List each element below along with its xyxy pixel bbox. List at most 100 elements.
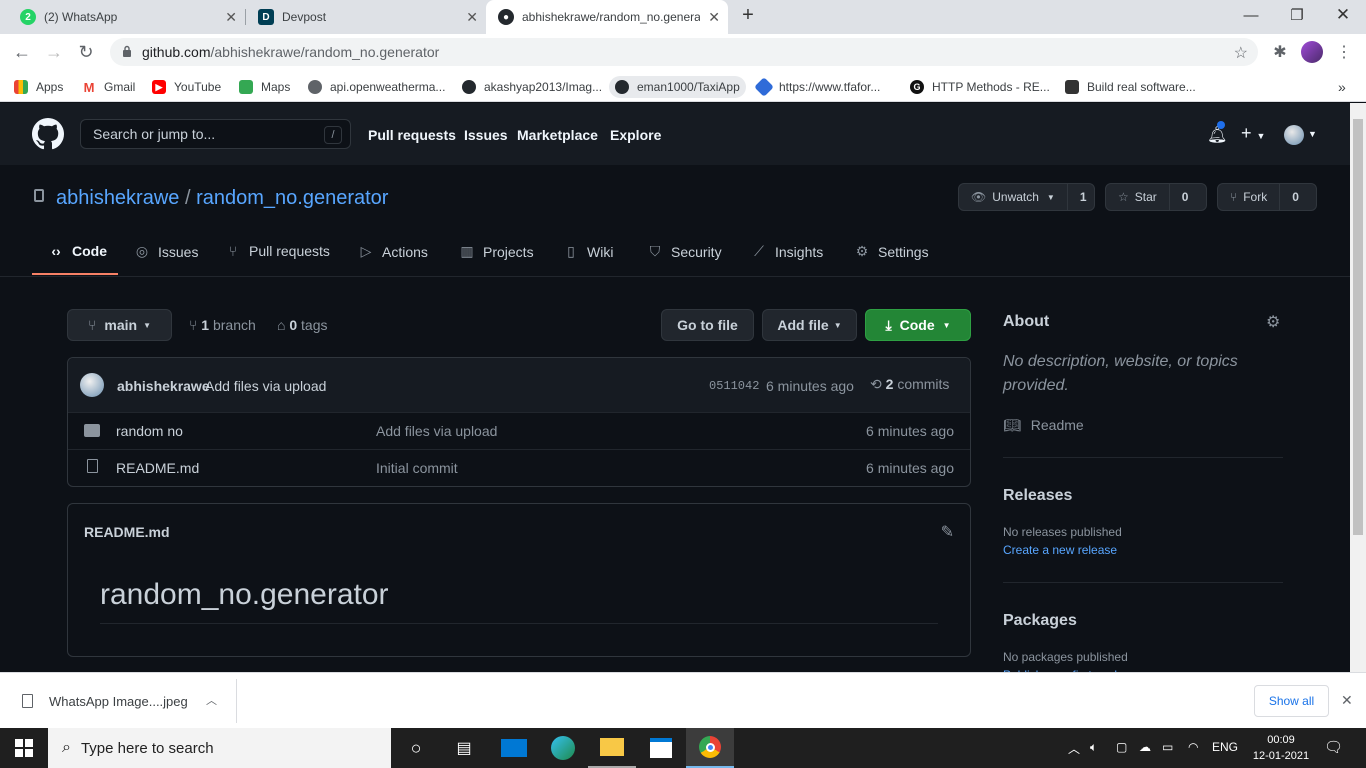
chevron-down-icon[interactable]: ▼ — [1308, 129, 1317, 139]
bookmark-taxiapp[interactable]: eman1000/TaxiApp — [609, 76, 746, 98]
commit-sha[interactable]: 0511042 — [709, 379, 759, 393]
notification-bell-icon[interactable]: 🔔︎ — [1207, 121, 1227, 145]
go-to-file-button[interactable]: Go to file — [661, 309, 754, 341]
task-view-icon[interactable]: ▤ — [440, 728, 488, 768]
bookmark-tfafor[interactable]: https://www.tfafor... — [754, 76, 880, 98]
tab-actions[interactable]: ▷ Actions — [358, 243, 428, 260]
tab-issues[interactable]: ◎ Issues — [134, 243, 199, 260]
nav-marketplace[interactable]: Marketplace — [517, 127, 598, 143]
bookmark-akashyap[interactable]: akashyap2013/Imag... — [462, 76, 602, 98]
gear-icon[interactable]: ⚙ — [1266, 312, 1280, 332]
close-window-button[interactable]: ✕ — [1320, 0, 1366, 30]
tab-projects[interactable]: ▥ Projects — [459, 243, 533, 260]
tab-devpost[interactable]: D Devpost ✕ — [246, 0, 486, 34]
file-explorer-icon[interactable] — [588, 728, 636, 768]
readme-link[interactable]: 📖︎ Readme — [1003, 417, 1084, 434]
nav-pull-requests[interactable]: Pull requests — [368, 127, 456, 143]
close-icon[interactable]: ✕ — [225, 9, 237, 26]
wifi-icon[interactable]: ◠ — [1188, 740, 1198, 754]
scrollbar[interactable] — [1350, 103, 1366, 672]
add-file-button[interactable]: Add file ▼ — [762, 309, 857, 341]
reload-button[interactable]: ↻ — [74, 40, 98, 64]
more-bookmarks-icon[interactable]: » — [1338, 76, 1346, 98]
cortana-icon[interactable]: ○ — [392, 728, 440, 768]
star-count[interactable]: 0 — [1168, 184, 1201, 210]
code-download-button[interactable]: ⤓ Code ▼ — [865, 309, 971, 341]
forward-button[interactable]: → — [42, 40, 66, 64]
branch-selector[interactable]: ⑂ main ▼ — [67, 309, 172, 341]
github-logo-icon[interactable] — [32, 118, 64, 150]
volume-icon[interactable]: 🔈︎ — [1090, 740, 1097, 755]
tab-github-repo[interactable]: ● abhishekrawe/random_no.generator ✕ — [486, 0, 728, 34]
restore-button[interactable]: ❐ — [1274, 0, 1320, 30]
close-icon[interactable]: ✕ — [466, 9, 478, 26]
file-commit-message[interactable]: Initial commit — [376, 460, 458, 476]
language-indicator[interactable]: ENG — [1212, 740, 1238, 754]
taskbar-search-input[interactable]: ⌕ Type here to search — [48, 728, 391, 768]
profile-avatar[interactable] — [1300, 40, 1324, 64]
close-icon[interactable]: ✕ — [1341, 692, 1353, 709]
repo-name-link[interactable]: random_no.generator — [196, 187, 388, 209]
commit-author[interactable]: abhishekrawe — [117, 378, 210, 394]
nav-explore[interactable]: Explore — [610, 127, 661, 143]
bookmark-openweather[interactable]: api.openweatherma... — [308, 76, 445, 98]
tab-pull-requests[interactable]: ⑂ Pull requests — [225, 243, 330, 259]
table-row[interactable]: README.md Initial commit 6 minutes ago — [68, 449, 970, 486]
new-tab-button[interactable]: + — [731, 0, 765, 30]
back-button[interactable]: ← — [10, 40, 34, 64]
address-bar[interactable]: github.com/abhishekrawe/random_no.genera… — [110, 38, 1258, 66]
tab-insights[interactable]: ⟋ Insights — [751, 243, 823, 260]
fork-button[interactable]: ⑂ Fork 0 — [1217, 183, 1317, 211]
bookmark-star-icon[interactable]: ☆ — [1234, 43, 1248, 63]
notification-center-icon[interactable]: 🗨︎ — [1324, 738, 1343, 756]
extensions-icon[interactable]: ✱ — [1268, 40, 1292, 64]
close-icon[interactable]: ✕ — [708, 9, 720, 26]
avatar[interactable] — [80, 373, 104, 397]
bookmark-youtube[interactable]: ▶ YouTube — [152, 76, 221, 98]
bookmark-build[interactable]: Build real software... — [1065, 76, 1196, 98]
edge-icon[interactable] — [539, 728, 587, 768]
search-input[interactable]: Search or jump to... / — [80, 119, 351, 149]
nav-issues[interactable]: Issues — [464, 127, 508, 143]
file-commit-message[interactable]: Add files via upload — [376, 423, 497, 439]
commits-link[interactable]: ⟲ 2 commits — [870, 376, 949, 393]
onedrive-icon[interactable]: ☁ — [1139, 740, 1151, 754]
scrollbar-thumb[interactable] — [1353, 119, 1363, 535]
pencil-icon[interactable]: ✎ — [941, 522, 954, 542]
bookmark-apps[interactable]: Apps — [14, 76, 63, 98]
tab-whatsapp[interactable]: 2 (2) WhatsApp ✕ — [8, 0, 245, 34]
bookmark-maps[interactable]: Maps — [239, 76, 290, 98]
chevron-up-icon[interactable]: ︿ — [1068, 740, 1080, 757]
fork-count[interactable]: 0 — [1279, 184, 1311, 210]
tab-security[interactable]: ⛉ Security — [647, 243, 722, 260]
table-row[interactable]: random no Add files via upload 6 minutes… — [68, 412, 970, 449]
tab-code[interactable]: ‹› Code — [48, 243, 107, 259]
store-icon[interactable] — [637, 728, 685, 768]
tab-settings[interactable]: ⚙ Settings — [854, 243, 929, 260]
create-new-dropdown[interactable]: + ▼ — [1241, 123, 1265, 144]
tab-wiki[interactable]: ▯ Wiki — [563, 243, 613, 260]
mail-icon[interactable] — [490, 728, 538, 768]
file-name-link[interactable]: README.md — [116, 460, 199, 476]
tags-link[interactable]: ⌂ 0 tags — [277, 317, 328, 333]
download-filename[interactable]: WhatsApp Image....jpeg — [49, 694, 188, 709]
menu-icon[interactable]: ⋮ — [1332, 40, 1356, 64]
windows-start-icon[interactable] — [0, 728, 48, 768]
packages-heading[interactable]: Packages — [1003, 612, 1077, 630]
minimize-button[interactable]: — — [1228, 0, 1274, 30]
battery-icon[interactable]: ▭ — [1162, 740, 1173, 754]
branch-count-link[interactable]: ⑂ 1 branch — [189, 317, 256, 333]
star-button[interactable]: ☆ Star 0 — [1105, 183, 1207, 211]
chevron-up-icon[interactable]: ︿ — [206, 692, 217, 708]
unwatch-button[interactable]: 👁︎ Unwatch ▼ 1 — [958, 183, 1095, 211]
commit-message[interactable]: Add files via upload — [205, 378, 326, 394]
watch-count[interactable]: 1 — [1066, 184, 1099, 210]
meet-icon[interactable]: ▢ — [1116, 740, 1127, 754]
chrome-taskbar-icon[interactable] — [686, 728, 734, 768]
bookmark-gmail[interactable]: M Gmail — [82, 76, 135, 98]
clock[interactable]: 00:09 12-01-2021 — [1252, 732, 1310, 764]
bookmark-http-methods[interactable]: G HTTP Methods - RE... — [910, 76, 1050, 98]
user-avatar[interactable] — [1284, 125, 1304, 145]
show-all-button[interactable]: Show all — [1254, 685, 1329, 717]
file-name-link[interactable]: random no — [116, 423, 183, 439]
